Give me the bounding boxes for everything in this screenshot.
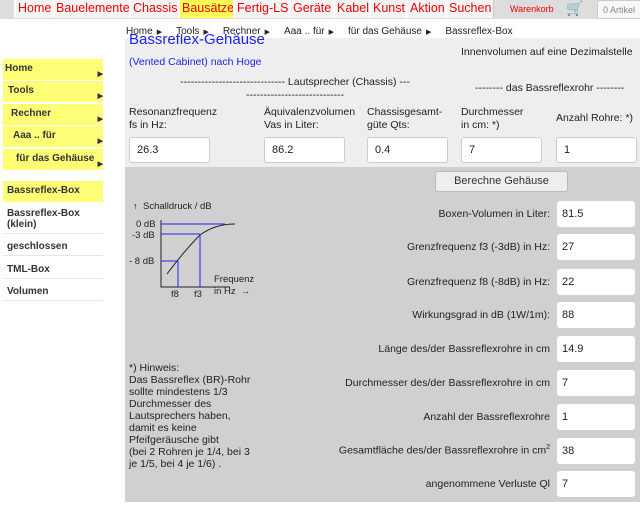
- nav-kabel[interactable]: Kabel: [333, 0, 372, 18]
- section-speaker: ------------------------------ Lautsprec…: [180, 76, 410, 101]
- nav-kunst[interactable]: Kunst: [369, 0, 408, 18]
- sidebar-item-tml-box[interactable]: TML-Box: [3, 261, 103, 279]
- breadcrumb-item[interactable]: für das Gehäuse ▶: [348, 26, 431, 37]
- nav-bauelemente[interactable]: Bauelemente: [52, 0, 133, 18]
- sidebar-item-geschlossen[interactable]: geschlossen: [3, 238, 103, 256]
- pipe-count-output[interactable]: 1: [557, 404, 635, 430]
- qts-label: Chassisgesamt-güte Qts:: [367, 106, 443, 131]
- caret-right-icon: ▶: [97, 161, 103, 168]
- nav-suchen[interactable]: Suchen: [445, 0, 495, 18]
- diagram-xlabel: Frequenz: [214, 274, 254, 285]
- f8-output[interactable]: 22: [557, 269, 635, 295]
- hint-text: *) Hinweis: Das Bassreflex (BR)-Rohr sollt…: [129, 362, 251, 470]
- tick-0db: 0 dB: [136, 219, 156, 230]
- tick-3db: -3 dB: [132, 230, 155, 241]
- nav-geraete[interactable]: Geräte: [289, 0, 335, 18]
- result-label: Gesamtfläche des/der Bassreflexrohre in …: [338, 444, 550, 457]
- right-arrow-icon: →: [241, 286, 250, 296]
- breadcrumb-item[interactable]: Aaa .. für ▶: [284, 26, 334, 37]
- qts-input[interactable]: 0.4: [367, 137, 448, 163]
- fs-label: Resonanzfrequenz fs in Hz:: [129, 106, 218, 131]
- sidebar-item-label: Rechner: [11, 108, 52, 119]
- pipe-count-input[interactable]: 1: [556, 137, 637, 163]
- tick-8db: - 8 dB: [129, 256, 154, 267]
- up-arrow-icon: ↑: [133, 201, 138, 211]
- nav-aktion[interactable]: Aktion: [406, 0, 448, 18]
- breadcrumb-label: für das Gehäuse: [348, 26, 422, 37]
- caret-right-icon: ▶: [264, 29, 271, 36]
- cart-link[interactable]: Warenkorb: [510, 4, 554, 14]
- vas-label: Äquivalenzvolumen Vas in Liter:: [264, 106, 356, 131]
- nav-fertig-ls[interactable]: Fertig-LS: [233, 0, 292, 18]
- sidebar-item-bassreflex-box[interactable]: Bassreflex-Box: [3, 181, 103, 202]
- pipe-length-output[interactable]: 14.9: [557, 336, 635, 362]
- f3-output[interactable]: 27: [557, 234, 635, 260]
- frequency-response-diagram: ↑ Schalldruck / dB 0 dB -3 dB - 8 dB f8 …: [129, 201, 254, 300]
- sidebar-item-home[interactable]: Home ▶: [3, 59, 103, 80]
- pipe-area-output[interactable]: 38: [557, 438, 635, 464]
- sidebar-item-gehaeuse[interactable]: für das Gehäuse ▶: [3, 149, 103, 170]
- nav-home[interactable]: Home: [14, 0, 55, 18]
- cart-count[interactable]: 0 Artikel: [597, 0, 640, 19]
- caret-right-icon: ▶: [328, 29, 334, 36]
- tick-f3: f3: [194, 289, 202, 300]
- calculate-button[interactable]: Berechne Gehäuse: [435, 171, 568, 192]
- response-curve: [166, 223, 236, 275]
- sidebar-item-aaa[interactable]: Aaa .. für ▶: [3, 126, 103, 147]
- result-label: Boxen-Volumen in Liter:: [438, 208, 550, 220]
- pipe-diameter-label: Durchmesser in cm: *): [461, 106, 524, 131]
- sidebar-item-bassreflex-klein[interactable]: Bassreflex-Box (klein): [3, 205, 103, 234]
- diagram-ylabel: Schalldruck / dB: [143, 201, 212, 212]
- page-subtitle: (Vented Cabinet) nach Hoge: [129, 56, 262, 68]
- losses-output[interactable]: 7: [557, 471, 635, 497]
- sidebar-item-tools[interactable]: Tools ▶: [3, 81, 103, 102]
- section-pipe: -------- das Bassreflexrohr --------: [475, 82, 625, 94]
- pipe-count-label: Anzahl Rohre: *): [556, 112, 634, 124]
- breadcrumb-label: Aaa .. für: [284, 26, 325, 37]
- caret-right-icon: ▶: [425, 29, 432, 36]
- result-label: angenommene Verluste Ql: [425, 478, 550, 490]
- result-label: Durchmesser des/der Bassreflexrohre in c…: [345, 377, 550, 389]
- top-navigation: Home Bauelemente Chassis Bausätze Fertig…: [0, 0, 640, 19]
- fs-input[interactable]: 26.3: [129, 137, 210, 163]
- result-label: Anzahl der Bassreflexrohre: [423, 411, 550, 423]
- precision-note: Innenvolumen auf eine Dezimalstelle: [461, 46, 633, 58]
- pipe-diameter-input[interactable]: 7: [461, 137, 542, 163]
- result-label: Grenzfrequenz f3 (-3dB) in Hz:: [407, 241, 550, 253]
- breadcrumb-current: Bassreflex-Box: [445, 26, 513, 37]
- nav-bausaetze[interactable]: Bausätze: [178, 0, 238, 18]
- sidebar-item-volumen[interactable]: Volumen: [3, 283, 103, 301]
- result-label: Wirkungsgrad in dB (1W/1m):: [412, 309, 550, 321]
- efficiency-output[interactable]: 88: [557, 302, 635, 328]
- result-label: Länge des/der Bassreflexrohre in cm: [378, 343, 550, 355]
- page-title: Bassreflex-Gehäuse: [129, 34, 265, 48]
- nav-chassis[interactable]: Chassis: [129, 0, 181, 18]
- tick-f8: f8: [171, 289, 179, 300]
- sidebar-item-rechner[interactable]: Rechner ▶: [3, 104, 103, 125]
- sidebar-item-label: für das Gehäuse: [16, 153, 95, 164]
- sidebar-item-label: Aaa .. für: [13, 130, 56, 141]
- vas-input[interactable]: 86.2: [264, 137, 345, 163]
- sidebar-item-label: Home: [5, 63, 33, 74]
- pipe-diameter-output[interactable]: 7: [557, 370, 635, 396]
- result-label: Grenzfrequenz f8 (-8dB) in Hz:: [407, 276, 550, 288]
- shopping-cart-icon[interactable]: 🛒: [566, 0, 583, 17]
- box-volume-output[interactable]: 81.5: [557, 201, 635, 227]
- diagram-xlabel-unit: in Hz: [214, 286, 236, 297]
- sidebar-item-label: Tools: [8, 85, 34, 96]
